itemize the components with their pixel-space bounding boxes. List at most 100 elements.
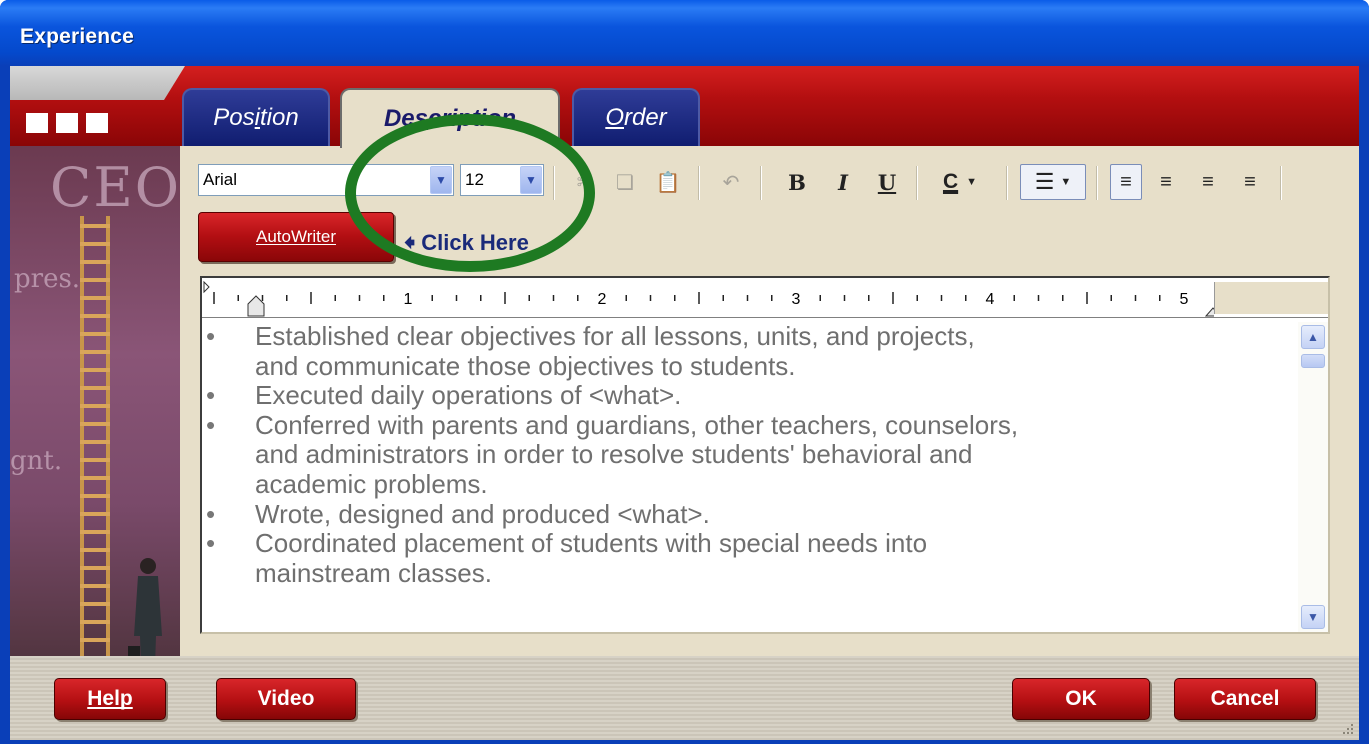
ladder-rung (80, 350, 110, 354)
cancel-button[interactable]: Cancel (1174, 678, 1316, 720)
toolbar-separator (760, 166, 762, 200)
description-editor[interactable]: 1 2 3 4 5 • Established clear objectives for … (200, 276, 1330, 634)
click-here-hint: 🠸 Click Here (404, 230, 529, 255)
text-color-button[interactable]: C ▼ (930, 164, 990, 200)
ruler[interactable]: 1 2 3 4 5 (202, 278, 1328, 318)
list-item-text: Executed daily operations of <what>. (255, 380, 682, 411)
scroll-down-icon[interactable]: ▼ (1301, 605, 1325, 629)
bullet-icon: • (206, 321, 216, 351)
list-item-text: and administrators in order to resolve s… (255, 439, 973, 470)
scroll-up-icon[interactable]: ▲ (1301, 325, 1325, 349)
ruler-number: 5 (1180, 291, 1189, 308)
cut-icon[interactable]: ✂ (570, 164, 600, 200)
toolbar-separator (916, 166, 918, 200)
resize-grip-icon[interactable] (1339, 720, 1355, 736)
list-item-text: academic problems. (255, 468, 488, 499)
italic-button[interactable]: I (828, 164, 858, 200)
underline-button[interactable]: U (872, 164, 902, 200)
ladder-rung (80, 638, 110, 642)
chevron-down-icon[interactable]: ▼ (520, 166, 542, 194)
ruler-scale: 1 2 3 4 5 (203, 280, 1214, 317)
autowriter-button[interactable]: AutoWriter (198, 212, 394, 262)
ladder-rung (80, 530, 110, 534)
list-item: and administrators in order to resolve s… (206, 440, 1296, 470)
vertical-scrollbar[interactable]: ▲ ▼ (1298, 322, 1328, 632)
font-size-select[interactable]: 12 ▼ (460, 164, 544, 196)
list-item: and communicate those objectives to stud… (206, 350, 1296, 382)
align-center-icon: ≡ (1160, 170, 1172, 193)
ok-button[interactable]: OK (1012, 678, 1150, 720)
bullet-icon (206, 559, 255, 589)
side-word: CEO (50, 156, 180, 219)
paste-icon[interactable]: 📋 (652, 164, 684, 200)
first-line-indent-icon[interactable] (203, 280, 210, 294)
align-right-button[interactable]: ≡ (1192, 164, 1224, 200)
ladder-rung (80, 278, 110, 282)
ladder-rung (80, 296, 110, 300)
align-left-button[interactable]: ≡ (1110, 164, 1142, 200)
bullet-list-button[interactable]: ☰ ▼ (1020, 164, 1086, 200)
ladder-rung (80, 368, 110, 372)
ladder-rung (80, 242, 110, 246)
button-bar (10, 656, 1359, 740)
align-right-icon: ≡ (1202, 170, 1214, 193)
ladder-rung (80, 404, 110, 408)
ladder-rung (80, 458, 110, 462)
list-item-text: Conferred with parents and guardians, ot… (255, 409, 1019, 440)
ruler-margin-area (1214, 282, 1328, 314)
undo-icon[interactable]: ↶ (716, 164, 746, 200)
side-illustration: CEO pres. gnt. vel (10, 146, 180, 740)
list-item-text: Established clear objectives for all les… (255, 321, 975, 351)
dialog-window: Experience Pos i tion De s cription Order CE… (0, 0, 1369, 744)
left-indent-marker-icon[interactable] (247, 295, 265, 317)
logo-squares-icon (26, 113, 108, 133)
ladder-rung (80, 494, 110, 498)
tab-order[interactable]: Order (572, 88, 700, 146)
list-item: • Executed daily operations of <what>. (206, 381, 1296, 411)
justify-button[interactable]: ≡ (1234, 164, 1266, 200)
align-center-button[interactable]: ≡ (1150, 164, 1182, 200)
bullet-icon: • (206, 498, 216, 529)
ladder-rung (80, 548, 110, 552)
ladder-rung (80, 440, 110, 444)
video-button[interactable]: Video (216, 678, 356, 720)
list-item: • Conferred with parents and guardians, o… (206, 409, 1296, 441)
toolbar-separator (1280, 166, 1282, 200)
toolbar-separator (553, 166, 555, 200)
copy-icon[interactable]: ❏ (610, 164, 640, 200)
ruler-number: 1 (404, 291, 413, 308)
title-bar[interactable]: Experience (0, 0, 1369, 66)
window-title: Experience (20, 25, 135, 48)
justify-icon: ≡ (1244, 170, 1256, 193)
scroll-thumb[interactable] (1301, 354, 1325, 368)
ladder-rung (80, 476, 110, 480)
ladder-rung (80, 566, 110, 570)
side-word: pres. (14, 264, 81, 294)
ladder-rung (80, 512, 110, 516)
help-button[interactable]: Help (54, 678, 166, 720)
bold-button[interactable]: B (782, 164, 812, 200)
font-family-select[interactable]: Arial ▼ (198, 164, 454, 196)
bullet-icon (206, 440, 255, 470)
bullet-list-icon: ☰ (1034, 169, 1055, 194)
chevron-down-icon: ▼ (966, 176, 978, 188)
ladder-rung (80, 224, 110, 228)
ladder-rung (80, 260, 110, 264)
editor-content[interactable]: • Established clear objectives for all le… (202, 321, 1296, 632)
list-item-text: Wrote, designed and produced <what>. (255, 498, 710, 529)
dialog-client: Pos i tion De s cription Order CEO pres. gnt… (10, 66, 1359, 740)
toolbar-separator (1006, 166, 1008, 200)
tab-description[interactable]: De s cription (340, 88, 560, 148)
list-item: academic problems. (206, 468, 1296, 500)
ruler-number: 4 (986, 291, 995, 308)
bullet-icon: • (206, 409, 216, 440)
list-item: • Coordinated placement of students with … (206, 529, 1296, 559)
ladder-rung (80, 584, 110, 588)
right-indent-marker-icon[interactable] (1204, 307, 1214, 317)
tab-position[interactable]: Pos i tion (182, 88, 330, 146)
ruler-number: 2 (598, 291, 607, 308)
chevron-down-icon[interactable]: ▼ (430, 166, 452, 194)
list-item-text: and communicate those objectives to stud… (255, 350, 796, 381)
align-left-icon: ≡ (1120, 170, 1132, 193)
chevron-down-icon: ▼ (1060, 176, 1072, 188)
